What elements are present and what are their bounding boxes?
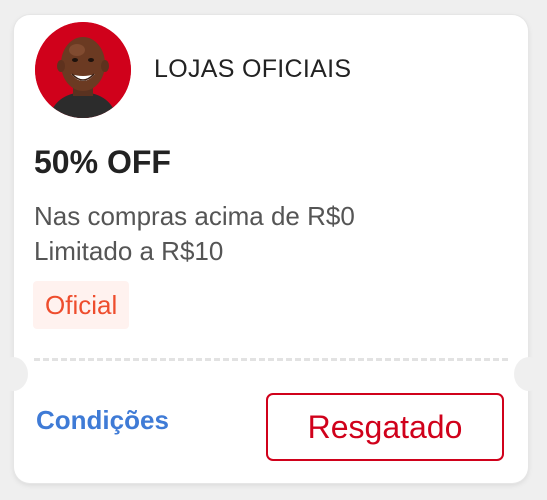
conditions-link[interactable]: Condições xyxy=(36,405,169,436)
ticket-notch-left xyxy=(0,357,28,391)
discount-title: 50% OFF xyxy=(34,144,171,180)
voucher-card[interactable]: LOJAS OFICIAIS 50% OFF Nas compras acima… xyxy=(0,15,544,483)
page: LOJAS OFICIAIS 50% OFF Nas compras acima… xyxy=(0,0,547,500)
store-name: LOJAS OFICIAIS xyxy=(154,55,352,83)
claimed-button[interactable]: Resgatado xyxy=(266,393,504,461)
min-spend-text: Nas compras acima de R$0 xyxy=(34,201,355,231)
store-avatar xyxy=(35,22,131,118)
official-badge: Oficial xyxy=(33,281,130,329)
ticket-notch-right xyxy=(514,357,544,391)
discount-cap-text: Limitado a R$10 xyxy=(34,236,224,266)
dashed-divider xyxy=(34,358,508,361)
